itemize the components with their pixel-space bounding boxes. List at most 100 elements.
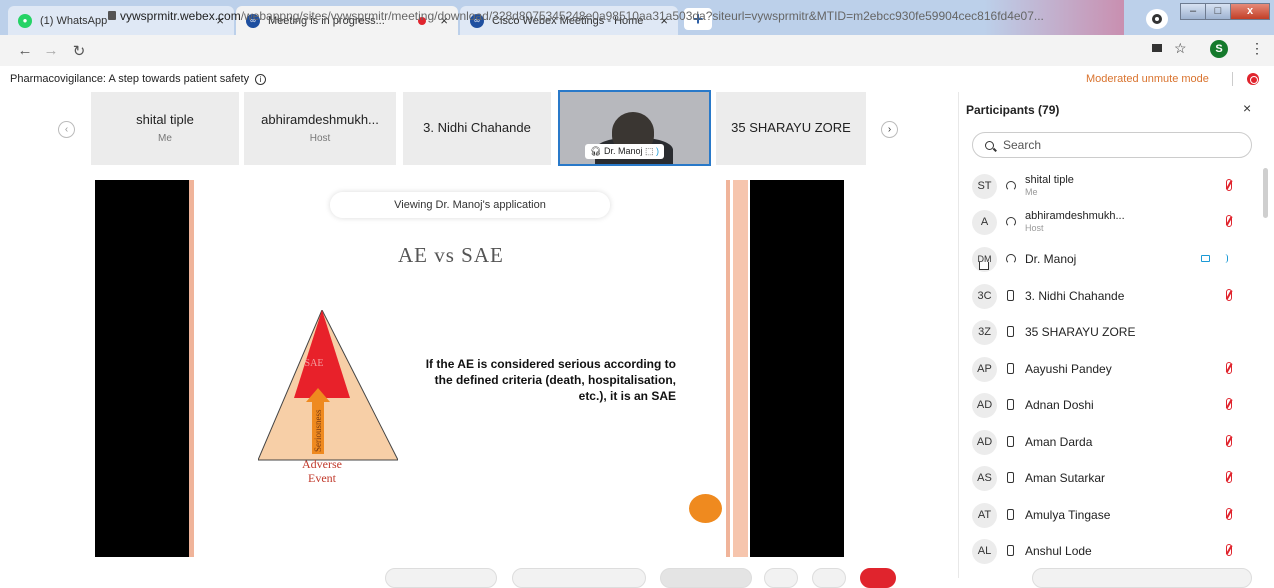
pyramid-bottom-label-line1: Adverse: [302, 457, 342, 471]
participant-name: Aayushi Pandey: [1025, 362, 1112, 376]
headset-icon: [1005, 216, 1017, 228]
headset-icon: 🎧︎: [590, 146, 602, 156]
participants-search[interactable]: [972, 132, 1252, 158]
participants-title: Participants (79): [966, 103, 1060, 117]
pyramid-top-label: SAE: [305, 358, 324, 369]
thumbnails-next-button[interactable]: ›: [881, 121, 898, 138]
thumbnail-participant[interactable]: 35 SHARAYU ZORE: [716, 92, 866, 165]
video-control-button[interactable]: [512, 568, 646, 588]
slide-title: AE vs SAE: [398, 243, 504, 267]
leave-meeting-button[interactable]: [860, 568, 896, 588]
browser-menu-icon[interactable]: ⋮: [1250, 40, 1264, 57]
participant-row[interactable]: AL Anshul Lode: [972, 536, 1252, 566]
moderated-unmute-mode: Moderated unmute mode: [1086, 73, 1209, 85]
participant-avatar: AL: [972, 538, 997, 564]
maximize-button[interactable]: □: [1205, 3, 1231, 20]
participant-name-block: shital tiple Me: [1025, 174, 1074, 198]
phone-icon: [1005, 363, 1017, 375]
muted-mic-icon[interactable]: [1226, 289, 1232, 301]
lock-icon[interactable]: [108, 11, 116, 20]
participant-name: Adnan Doshi: [1025, 398, 1094, 412]
thumbnail-role: Me: [158, 133, 172, 144]
back-icon[interactable]: ←: [14, 42, 36, 59]
participants-scrollbar[interactable]: [1263, 168, 1268, 218]
participant-name: Dr. Manoj: [1025, 252, 1077, 266]
participant-row[interactable]: 3Z 35 SHARAYU ZORE: [972, 317, 1252, 347]
participant-name: Aman Darda: [1025, 435, 1093, 449]
participant-name: Amulya Tingase: [1025, 508, 1111, 522]
participant-row[interactable]: AD Adnan Doshi: [972, 390, 1252, 420]
window-close-button[interactable]: x: [1230, 3, 1270, 20]
header-divider: [1232, 72, 1233, 86]
headset-icon: [1005, 253, 1017, 265]
thumbnail-participant[interactable]: abhiramdeshmukh... Host: [244, 92, 396, 165]
participant-name: 3. Nidhi Chahande: [1025, 289, 1125, 303]
participant-row[interactable]: 3C 3. Nidhi Chahande: [972, 281, 1252, 311]
participant-row[interactable]: DM Dr. Manoj: [972, 244, 1252, 274]
search-input[interactable]: [1003, 133, 1243, 157]
thumbnail-participant[interactable]: 3. Nidhi Chahande: [403, 92, 551, 165]
forward-icon[interactable]: →: [40, 42, 62, 59]
participant-row[interactable]: AT Amulya Tingase: [972, 500, 1252, 530]
thumbnail-name: abhiramdeshmukh...: [261, 112, 379, 127]
participant-role: Host: [1025, 223, 1044, 233]
thumbnail-participant[interactable]: shital tiple Me: [91, 92, 239, 165]
participants-close-icon[interactable]: ×: [1243, 100, 1251, 116]
participant-row[interactable]: ST shital tiple Me: [972, 171, 1252, 201]
participant-row[interactable]: AD Aman Darda: [972, 427, 1252, 457]
phone-icon: [1005, 436, 1017, 448]
profile-avatar[interactable]: S: [1210, 40, 1228, 58]
audio-on-icon[interactable]: [1225, 254, 1228, 263]
video-name-label: 🎧︎ Dr. Manoj ⬚ ): [585, 144, 665, 159]
participant-avatar: AD: [972, 429, 997, 455]
thumbnail-video-active-speaker[interactable]: 🎧︎ Dr. Manoj ⬚ ): [558, 90, 711, 166]
mute-control-button[interactable]: [385, 568, 497, 588]
reload-icon[interactable]: ↻: [68, 42, 90, 60]
video-name: Dr. Manoj: [603, 146, 643, 156]
thumbnail-name: 3. Nidhi Chahande: [423, 120, 531, 135]
participants-control-button[interactable]: [812, 568, 846, 588]
muted-mic-icon[interactable]: [1226, 215, 1232, 227]
participant-row[interactable]: AP Aayushi Pandey: [972, 354, 1252, 384]
phone-icon: [1005, 399, 1017, 411]
video-on-icon[interactable]: [1201, 255, 1210, 262]
participant-avatar: ST: [972, 173, 997, 199]
thumbnails-previous-button[interactable]: ‹: [58, 121, 75, 138]
muted-mic-icon[interactable]: [1226, 362, 1232, 374]
participant-name: abhiramdeshmukh...: [1025, 210, 1125, 222]
phone-icon: [1005, 545, 1017, 557]
cast-icon[interactable]: [1152, 44, 1162, 52]
slide-border-right: [726, 180, 730, 557]
more-control-button[interactable]: [764, 568, 798, 588]
muted-mic-icon[interactable]: [1226, 179, 1232, 191]
muted-mic-icon[interactable]: [1226, 508, 1232, 520]
phone-icon: [1005, 290, 1017, 302]
participant-avatar: 3Z: [972, 319, 997, 345]
browser-profile-icon[interactable]: [1146, 9, 1168, 29]
muted-mic-icon[interactable]: [1226, 544, 1232, 556]
participant-row[interactable]: AS Aman Sutarkar: [972, 463, 1252, 493]
participant-avatar: AD: [972, 392, 997, 418]
muted-mic-icon[interactable]: [1226, 435, 1232, 447]
participant-name: Aman Sutarkar: [1025, 471, 1106, 485]
participant-name-block: abhiramdeshmukh... Host: [1025, 210, 1125, 234]
share-control-button[interactable]: [660, 568, 752, 588]
url-path: /webappng/sites/vywsprmitr/meeting/downl…: [240, 9, 1044, 23]
participant-avatar: AS: [972, 465, 997, 491]
muted-mic-icon[interactable]: [1226, 471, 1232, 483]
muted-mic-icon[interactable]: [1226, 398, 1232, 410]
meeting-info-icon[interactable]: i: [255, 73, 267, 85]
address-bar[interactable]: vywsprmitr.webex.com/webappng/sites/vyws…: [120, 9, 1044, 23]
minimize-button[interactable]: –: [1180, 3, 1206, 20]
participant-row[interactable]: A abhiramdeshmukh... Host: [972, 207, 1252, 237]
participant-name: 35 SHARAYU ZORE: [1025, 325, 1136, 339]
participant-avatar: AT: [972, 502, 997, 528]
whatsapp-icon: ●: [18, 13, 32, 28]
participant-avatar: A: [972, 209, 997, 235]
bookmark-star-icon[interactable]: ☆: [1174, 40, 1187, 57]
meeting-title-bar: Pharmacovigilance: A step towards patien…: [10, 73, 267, 85]
chat-control-button[interactable]: [1032, 568, 1252, 588]
recording-icon[interactable]: [1247, 73, 1259, 85]
thumbnail-role: Host: [309, 133, 331, 144]
phone-icon: [1005, 509, 1017, 521]
